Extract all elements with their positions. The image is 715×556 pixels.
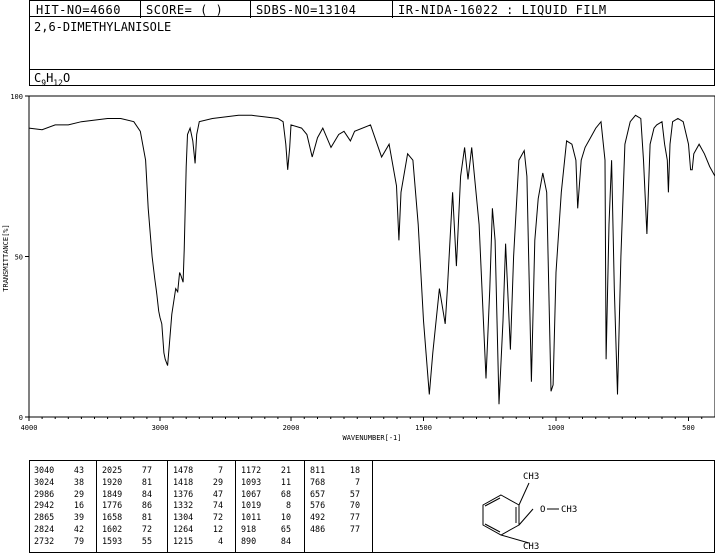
structure-diagram: CH3 O CH3 CH3 — [482, 472, 577, 552]
peak-transmittance: 77 — [349, 512, 360, 523]
peak-wavenumber: 3024 — [34, 476, 55, 487]
peak-wavenumber: 1593 — [102, 535, 123, 546]
top-methyl-label: CH3 — [523, 472, 539, 482]
spectrum-line — [28, 114, 715, 405]
peak-transmittance: 57 — [349, 488, 360, 499]
peak-wavenumber: 1478 — [173, 465, 194, 475]
benzene-ring — [482, 494, 520, 536]
y-tick-label: 0 — [19, 414, 23, 422]
y-axis-label: TRANSMITTANCE[%] — [2, 224, 10, 291]
peak-wavenumber: 2942 — [34, 500, 55, 511]
bond-to-oxygen — [518, 508, 534, 526]
peak-wavenumber: 1093 — [241, 476, 262, 487]
x-tick-label: 3000 — [152, 424, 169, 432]
peak-col-sep-4 — [304, 461, 305, 552]
peak-wavenumber: 1376 — [173, 488, 194, 499]
peak-transmittance: 77 — [349, 524, 360, 534]
peak-transmittance: 55 — [141, 535, 152, 546]
peak-wavenumber: 1172 — [241, 465, 262, 475]
peak-wavenumber: 2986 — [34, 488, 55, 499]
peak-transmittance: 86 — [141, 500, 152, 511]
peak-wavenumber: 1849 — [102, 488, 123, 499]
peak-wavenumber: 1215 — [173, 535, 194, 546]
peak-transmittance: 12 — [212, 524, 223, 534]
peak-transmittance: 77 — [141, 465, 152, 475]
peak-wavenumber: 768 — [310, 476, 326, 487]
peak-wavenumber: 2824 — [34, 524, 55, 534]
peak-transmittance: 70 — [349, 500, 360, 511]
peak-wavenumber: 1602 — [102, 524, 123, 534]
peak-wavenumber: 890 — [241, 535, 257, 546]
peak-transmittance: 42 — [73, 524, 84, 534]
peak-transmittance: 84 — [141, 488, 152, 499]
peak-wavenumber: 1019 — [241, 500, 262, 511]
peak-wavenumber: 1776 — [102, 500, 123, 511]
peak-transmittance: 84 — [280, 535, 291, 546]
peak-transmittance: 72 — [141, 524, 152, 534]
peak-wavenumber: 1418 — [173, 476, 194, 487]
peak-wavenumber: 486 — [310, 524, 326, 534]
peak-wavenumber: 918 — [241, 524, 257, 534]
peak-table: 3040 43 3024 38 2986 29 2942 16 2865 39 2824 42 2732… — [29, 460, 373, 553]
peak-wavenumber: 811 — [310, 465, 326, 475]
peak-transmittance: 29 — [212, 476, 223, 487]
peak-transmittance: 47 — [212, 488, 223, 499]
peak-wavenumber: 492 — [310, 512, 326, 523]
peak-wavenumber: 1658 — [102, 512, 123, 523]
peak-transmittance: 10 — [280, 512, 291, 523]
peak-transmittance: 68 — [280, 488, 291, 499]
peak-transmittance: 4 — [217, 535, 223, 546]
structure-box: CH3 O CH3 CH3 — [372, 460, 715, 553]
peak-wavenumber: 3040 — [34, 465, 55, 475]
x-tick-label: 2000 — [283, 424, 300, 432]
peak-transmittance: 65 — [280, 524, 291, 534]
bottom-methyl-label: CH3 — [523, 542, 539, 552]
peak-wavenumber: 576 — [310, 500, 326, 511]
peak-wavenumber: 1304 — [173, 512, 194, 523]
plot-frame — [28, 95, 715, 418]
x-tick-label: 1000 — [548, 424, 565, 432]
peak-col-sep-2 — [167, 461, 168, 552]
peak-transmittance: 18 — [349, 465, 360, 475]
peak-wavenumber: 1067 — [241, 488, 262, 499]
o-methyl-label: CH3 — [561, 505, 577, 515]
peak-wavenumber: 2025 — [102, 465, 123, 475]
peak-transmittance: 29 — [73, 488, 84, 499]
peak-transmittance: 43 — [73, 465, 84, 475]
x-tick-label: 4000 — [21, 424, 38, 432]
peak-transmittance: 7 — [217, 465, 223, 475]
peak-col-sep-1 — [96, 461, 97, 552]
peak-transmittance: 81 — [141, 512, 152, 523]
peak-transmittance: 72 — [212, 512, 223, 523]
peak-transmittance: 8 — [285, 500, 291, 511]
peak-transmittance: 7 — [354, 476, 360, 487]
peak-transmittance: 11 — [280, 476, 291, 487]
bond-to-top-methyl — [518, 482, 530, 506]
ir-spectrum-chart: 0 50 100 4000 3000 2000 1500 1000 500 TRANSMITT… — [2, 93, 715, 442]
y-tick-label: 100 — [10, 93, 23, 101]
peak-transmittance: 74 — [212, 500, 223, 511]
peak-col-sep-3 — [235, 461, 236, 552]
peak-transmittance: 21 — [280, 465, 291, 475]
x-axis-label: WAVENUMBER[-1] — [342, 434, 401, 442]
peak-wavenumber: 2732 — [34, 535, 55, 546]
peak-wavenumber: 657 — [310, 488, 326, 499]
peak-transmittance: 79 — [73, 535, 84, 546]
peak-wavenumber: 2865 — [34, 512, 55, 523]
x-tick-label: 500 — [682, 424, 695, 432]
peak-wavenumber: 1011 — [241, 512, 262, 523]
peak-wavenumber: 1920 — [102, 476, 123, 487]
peak-transmittance: 16 — [73, 500, 84, 511]
peak-wavenumber: 1332 — [173, 500, 194, 511]
x-tick-label: 1500 — [415, 424, 432, 432]
y-tick-label: 50 — [15, 254, 23, 262]
peak-transmittance: 38 — [73, 476, 84, 487]
peak-transmittance: 81 — [141, 476, 152, 487]
peak-transmittance: 39 — [73, 512, 84, 523]
oxygen-label: O — [540, 505, 545, 515]
peak-wavenumber: 1264 — [173, 524, 194, 534]
